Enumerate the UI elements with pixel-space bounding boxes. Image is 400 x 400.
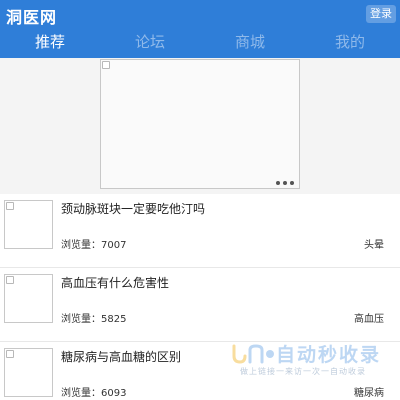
article-views: 浏览量：7007 xyxy=(61,240,127,251)
tab-mine[interactable]: 我的 xyxy=(300,29,400,57)
article-tag[interactable]: 头晕 xyxy=(364,236,384,251)
tab-forum[interactable]: 论坛 xyxy=(100,29,200,57)
dot xyxy=(283,181,287,185)
watermark-subtext: 做上链接一来访一次一自动收录 xyxy=(240,367,366,376)
broken-image-icon xyxy=(6,350,14,358)
watermark-text: 自动秒收录 xyxy=(276,344,382,366)
article-views: 浏览量：6093 xyxy=(61,388,127,399)
app-header: 洞医网 登录 推荐 论坛 商城 我的 xyxy=(0,0,400,58)
article-item[interactable]: 颈动脉斑块一定要吃他汀吗 浏览量：7007 头晕 xyxy=(0,194,400,268)
article-views: 浏览量：5825 xyxy=(61,314,127,325)
article-thumbnail[interactable] xyxy=(4,200,53,249)
article-item[interactable]: 高血压有什么危害性 浏览量：5825 高血压 xyxy=(0,268,400,342)
dot xyxy=(290,181,294,185)
broken-image-icon xyxy=(6,276,14,284)
ellipsis-icon[interactable] xyxy=(276,181,294,185)
article-title[interactable]: 高血压有什么危害性 xyxy=(61,274,169,291)
tab-mall[interactable]: 商城 xyxy=(200,29,300,57)
broken-image-icon xyxy=(102,61,110,69)
article-thumbnail[interactable] xyxy=(4,348,53,397)
article-title[interactable]: 糖尿病与高血糖的区别 xyxy=(61,348,181,365)
tab-bar: 推荐 论坛 商城 我的 xyxy=(0,29,400,57)
dot xyxy=(276,181,280,185)
watermark-logo-icon xyxy=(232,344,274,364)
article-thumbnail[interactable] xyxy=(4,274,53,323)
tab-recommend[interactable]: 推荐 xyxy=(0,29,100,57)
article-title[interactable]: 颈动脉斑块一定要吃他汀吗 xyxy=(61,200,205,217)
watermark: 自动秒收录 做上链接一来访一次一自动收录 xyxy=(230,340,395,380)
article-tag[interactable]: 糖尿病 xyxy=(354,384,384,399)
banner-image[interactable] xyxy=(100,59,300,189)
banner-area xyxy=(0,58,400,192)
article-tag[interactable]: 高血压 xyxy=(354,310,384,325)
page: 洞医网 登录 推荐 论坛 商城 我的 颈动脉斑块一定要吃他汀吗 浏览量：7007… xyxy=(0,0,400,400)
login-button[interactable]: 登录 xyxy=(366,5,396,23)
brand-logo-text[interactable]: 洞医网 xyxy=(6,4,57,28)
broken-image-icon xyxy=(6,202,14,210)
